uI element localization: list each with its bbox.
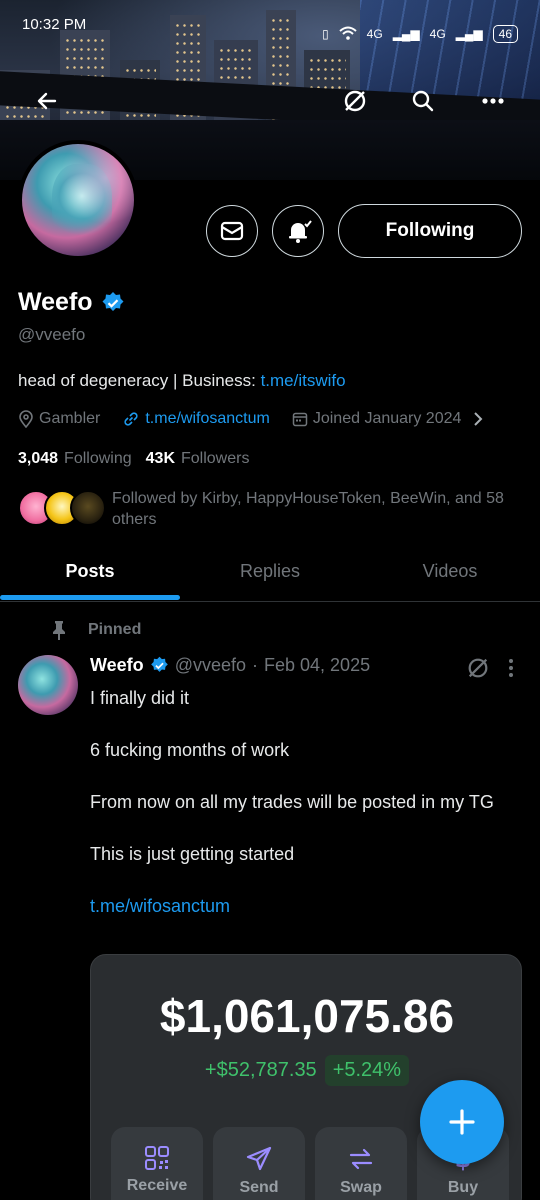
post-author[interactable]: Weefo (90, 655, 144, 676)
search-icon[interactable] (406, 84, 440, 118)
profile-avatar[interactable] (18, 140, 138, 260)
send-label: Send (239, 1179, 279, 1196)
link-icon (124, 412, 138, 426)
follow-counts: 3,048 Following 43K Followers (18, 450, 249, 468)
tab-videos[interactable]: Videos (360, 542, 540, 601)
pin-icon (53, 621, 65, 640)
more-vertical-icon[interactable] (508, 658, 514, 678)
post-line: I finally did it (90, 688, 190, 708)
bio-text: head of degeneracy | Business: (18, 371, 261, 390)
plus-icon (449, 1109, 475, 1135)
buy-label: Buy (447, 1179, 479, 1196)
website-item[interactable]: t.me/wifosanctum (122, 410, 270, 428)
joined-label: Joined January 2024 (312, 410, 462, 427)
wifi-icon (339, 26, 357, 43)
status-bar: 10:32 PM ▯ 4G ▂▄▆ 4G ▂▄▆ 46 (0, 0, 540, 52)
more-icon[interactable] (476, 84, 510, 118)
post-date[interactable]: Feb 04, 2025 (264, 655, 370, 676)
network-label-1: 4G (366, 27, 383, 41)
compose-button[interactable] (420, 1080, 504, 1164)
network-label-2: 4G (429, 27, 446, 41)
active-tab-indicator (0, 595, 180, 600)
post-actions (466, 656, 514, 680)
verified-icon (150, 656, 168, 672)
location-icon (19, 410, 33, 428)
following-count: 3,048 (18, 450, 59, 467)
profile-meta: Gambler t.me/wifosanctum Joined January … (18, 410, 484, 428)
post-handle[interactable]: @vveefo (175, 655, 246, 676)
bell-icon (289, 220, 312, 243)
verified-icon (102, 291, 124, 311)
swap-icon (349, 1148, 373, 1170)
mail-icon (220, 221, 244, 241)
back-arrow-icon[interactable] (30, 84, 64, 118)
wallet-balance: $1,061,075.86 (159, 990, 455, 1042)
post-header: Weefo @vveefo · Feb 04, 2025 (90, 655, 370, 676)
post-line: 6 fucking months of work (90, 740, 290, 760)
followers-count-link[interactable]: 43K Followers (146, 450, 250, 468)
avatar (70, 490, 106, 526)
profile-bio: head of degeneracy | Business: t.me/itsw… (18, 371, 346, 391)
profile-name-row: Weefo (18, 288, 125, 317)
notifications-button[interactable] (272, 205, 324, 257)
tab-replies[interactable]: Replies (180, 542, 360, 601)
status-time: 10:32 PM (22, 16, 87, 33)
qr-code-icon (145, 1146, 169, 1170)
pinned-label: Pinned (50, 620, 141, 640)
followed-by[interactable]: Followed by Kirby, HappyHouseToken, BeeW… (18, 488, 528, 530)
pinned-text: Pinned (88, 621, 142, 638)
category-label: Gambler (39, 410, 101, 427)
post-link[interactable]: t.me/wifosanctum (90, 893, 520, 919)
joined-item: Joined January 2024 (292, 410, 485, 428)
following-button[interactable]: Following (338, 204, 522, 258)
receive-button: Receive (111, 1127, 203, 1200)
tab-posts[interactable]: Posts (0, 542, 180, 601)
bio-link[interactable]: t.me/itswifo (261, 371, 346, 390)
post-separator: · (252, 655, 258, 675)
receive-label: Receive (126, 1177, 188, 1194)
change-percent-badge: +5.24% (324, 1055, 410, 1086)
followers-count: 43K (145, 450, 175, 467)
profile-name: Weefo (18, 288, 93, 316)
signal-icon: ▂▄▆ (392, 27, 420, 41)
category-item: Gambler (18, 410, 100, 428)
signal-icon: ▂▄▆ (455, 27, 483, 41)
calendar-icon (292, 412, 308, 427)
vibrate-icon: ▯ (322, 27, 329, 41)
chevron-right-icon[interactable] (472, 411, 484, 427)
swap-button: Swap (315, 1127, 407, 1200)
follower-avatars (18, 488, 106, 528)
post-avatar[interactable] (18, 655, 78, 715)
swap-label: Swap (340, 1179, 382, 1196)
profile-handle: @vveefo (18, 325, 86, 344)
send-button: Send (213, 1127, 305, 1200)
following-count-link[interactable]: 3,048 Following (18, 450, 132, 468)
profile-tabs: Posts Replies Videos (0, 542, 540, 602)
grok-icon[interactable] (338, 84, 372, 118)
followers-label: Followers (181, 450, 250, 467)
post-line: This is just getting started (90, 844, 295, 864)
change-amount: +$52,787.35 (204, 1059, 317, 1081)
followed-by-text: Followed by Kirby, HappyHouseToken, BeeW… (112, 490, 504, 528)
website-link[interactable]: t.me/wifosanctum (145, 410, 269, 428)
send-icon (246, 1146, 272, 1171)
grok-icon[interactable] (466, 656, 490, 680)
post-line: From now on all my trades will be posted… (90, 792, 494, 812)
following-label: Following (64, 450, 132, 467)
message-button[interactable] (206, 205, 258, 257)
post-body: I finally did it 6 fucking months of wor… (90, 685, 520, 945)
top-nav (0, 84, 540, 120)
battery-indicator: 46 (492, 25, 518, 43)
